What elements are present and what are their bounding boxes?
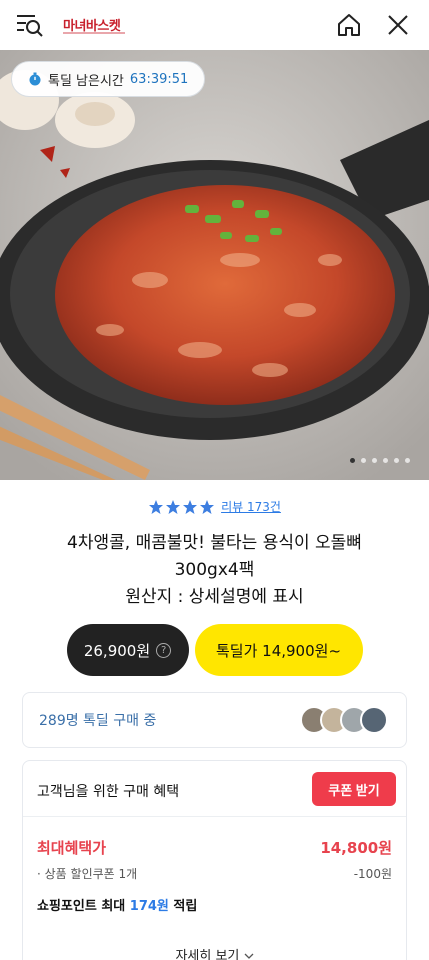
product-image[interactable] xyxy=(0,50,429,480)
get-coupon-button[interactable]: 쿠폰 받기 xyxy=(312,772,396,806)
chevron-down-icon xyxy=(244,953,253,959)
logo-underline xyxy=(63,32,125,34)
product-title: 4차앵콜, 매콤불맛! 불타는 용식이 오돌뼈 300gx4팩 원산지 : 상세… xyxy=(0,530,429,611)
carousel-dot[interactable] xyxy=(361,458,366,463)
deal-timer: 톡딜 남은시간 63:39:51 xyxy=(11,61,206,97)
origin-text: 원산지 : 상세설명에 표시 xyxy=(125,587,304,607)
carousel-dot[interactable] xyxy=(394,458,399,463)
top-bar: 마녀바스켓 xyxy=(0,0,429,50)
rating-row: 리뷰 173건 xyxy=(0,498,429,515)
timer-value: 63:39:51 xyxy=(129,71,189,87)
star-icon xyxy=(183,499,198,514)
shopping-point-row: 쇼핑포인트 최대 174원 적립 xyxy=(37,895,197,914)
point-prefix: 쇼핑포인트 최대 xyxy=(37,899,126,914)
view-details-link[interactable]: 자세히 보기 xyxy=(23,945,406,960)
carousel-indicator xyxy=(350,458,410,463)
max-benefit-price: 14,800원 xyxy=(320,839,392,857)
point-amount: 174원 xyxy=(129,899,169,914)
max-benefit-label: 최대혜택가 xyxy=(37,839,107,857)
star-icon xyxy=(200,499,215,514)
carousel-dot[interactable] xyxy=(383,458,388,463)
view-details-label: 자세히 보기 xyxy=(175,949,240,960)
star-rating xyxy=(148,499,215,515)
deal-price-button[interactable]: 톡딜가 14,900원~ xyxy=(194,624,363,676)
coupon-label: 상품 할인쿠폰 1개 xyxy=(44,867,138,881)
avatar xyxy=(360,706,388,734)
buyer-avatars xyxy=(300,706,388,734)
star-icon xyxy=(149,499,164,514)
carousel-dot[interactable] xyxy=(350,458,355,463)
regular-price-button[interactable]: 26,900원 ? xyxy=(66,624,189,676)
coupon-discount: -100원 xyxy=(353,867,392,881)
divider xyxy=(23,816,406,817)
benefit-panel: 고객님을 위한 구매 혜택 쿠폰 받기 최대혜택가 14,800원 · 상품 할… xyxy=(22,760,407,960)
point-suffix: 적립 xyxy=(173,899,198,914)
deal-price: 톡딜가 14,900원~ xyxy=(215,641,342,660)
star-icon xyxy=(166,499,181,514)
buyers-panel: 289명 톡딜 구매 중 xyxy=(22,692,407,748)
review-count-link[interactable]: 리뷰 173건 xyxy=(221,498,281,515)
regular-price: 26,900원 xyxy=(83,641,151,660)
carousel-dot[interactable] xyxy=(405,458,410,463)
menu-search-icon[interactable] xyxy=(14,11,44,39)
home-icon[interactable] xyxy=(336,12,362,38)
timer-label: 톡딜 남은시간 xyxy=(48,73,124,89)
title-line-1: 4차앵콜, 매콤불맛! 불타는 용식이 오돌뼈 xyxy=(67,533,362,553)
carousel-dot[interactable] xyxy=(372,458,377,463)
coupon-row-label: · 상품 할인쿠폰 1개 xyxy=(37,867,138,881)
buyers-count: 289명 톡딜 구매 중 xyxy=(39,713,157,729)
title-line-2: 300gx4팩 xyxy=(174,560,255,580)
benefit-title: 고객님을 위한 구매 혜택 xyxy=(37,784,180,800)
price-buttons: 26,900원 ? 톡딜가 14,900원~ xyxy=(0,624,429,676)
help-icon[interactable]: ? xyxy=(156,642,172,658)
stopwatch-icon xyxy=(29,72,41,86)
close-icon[interactable] xyxy=(386,13,410,37)
